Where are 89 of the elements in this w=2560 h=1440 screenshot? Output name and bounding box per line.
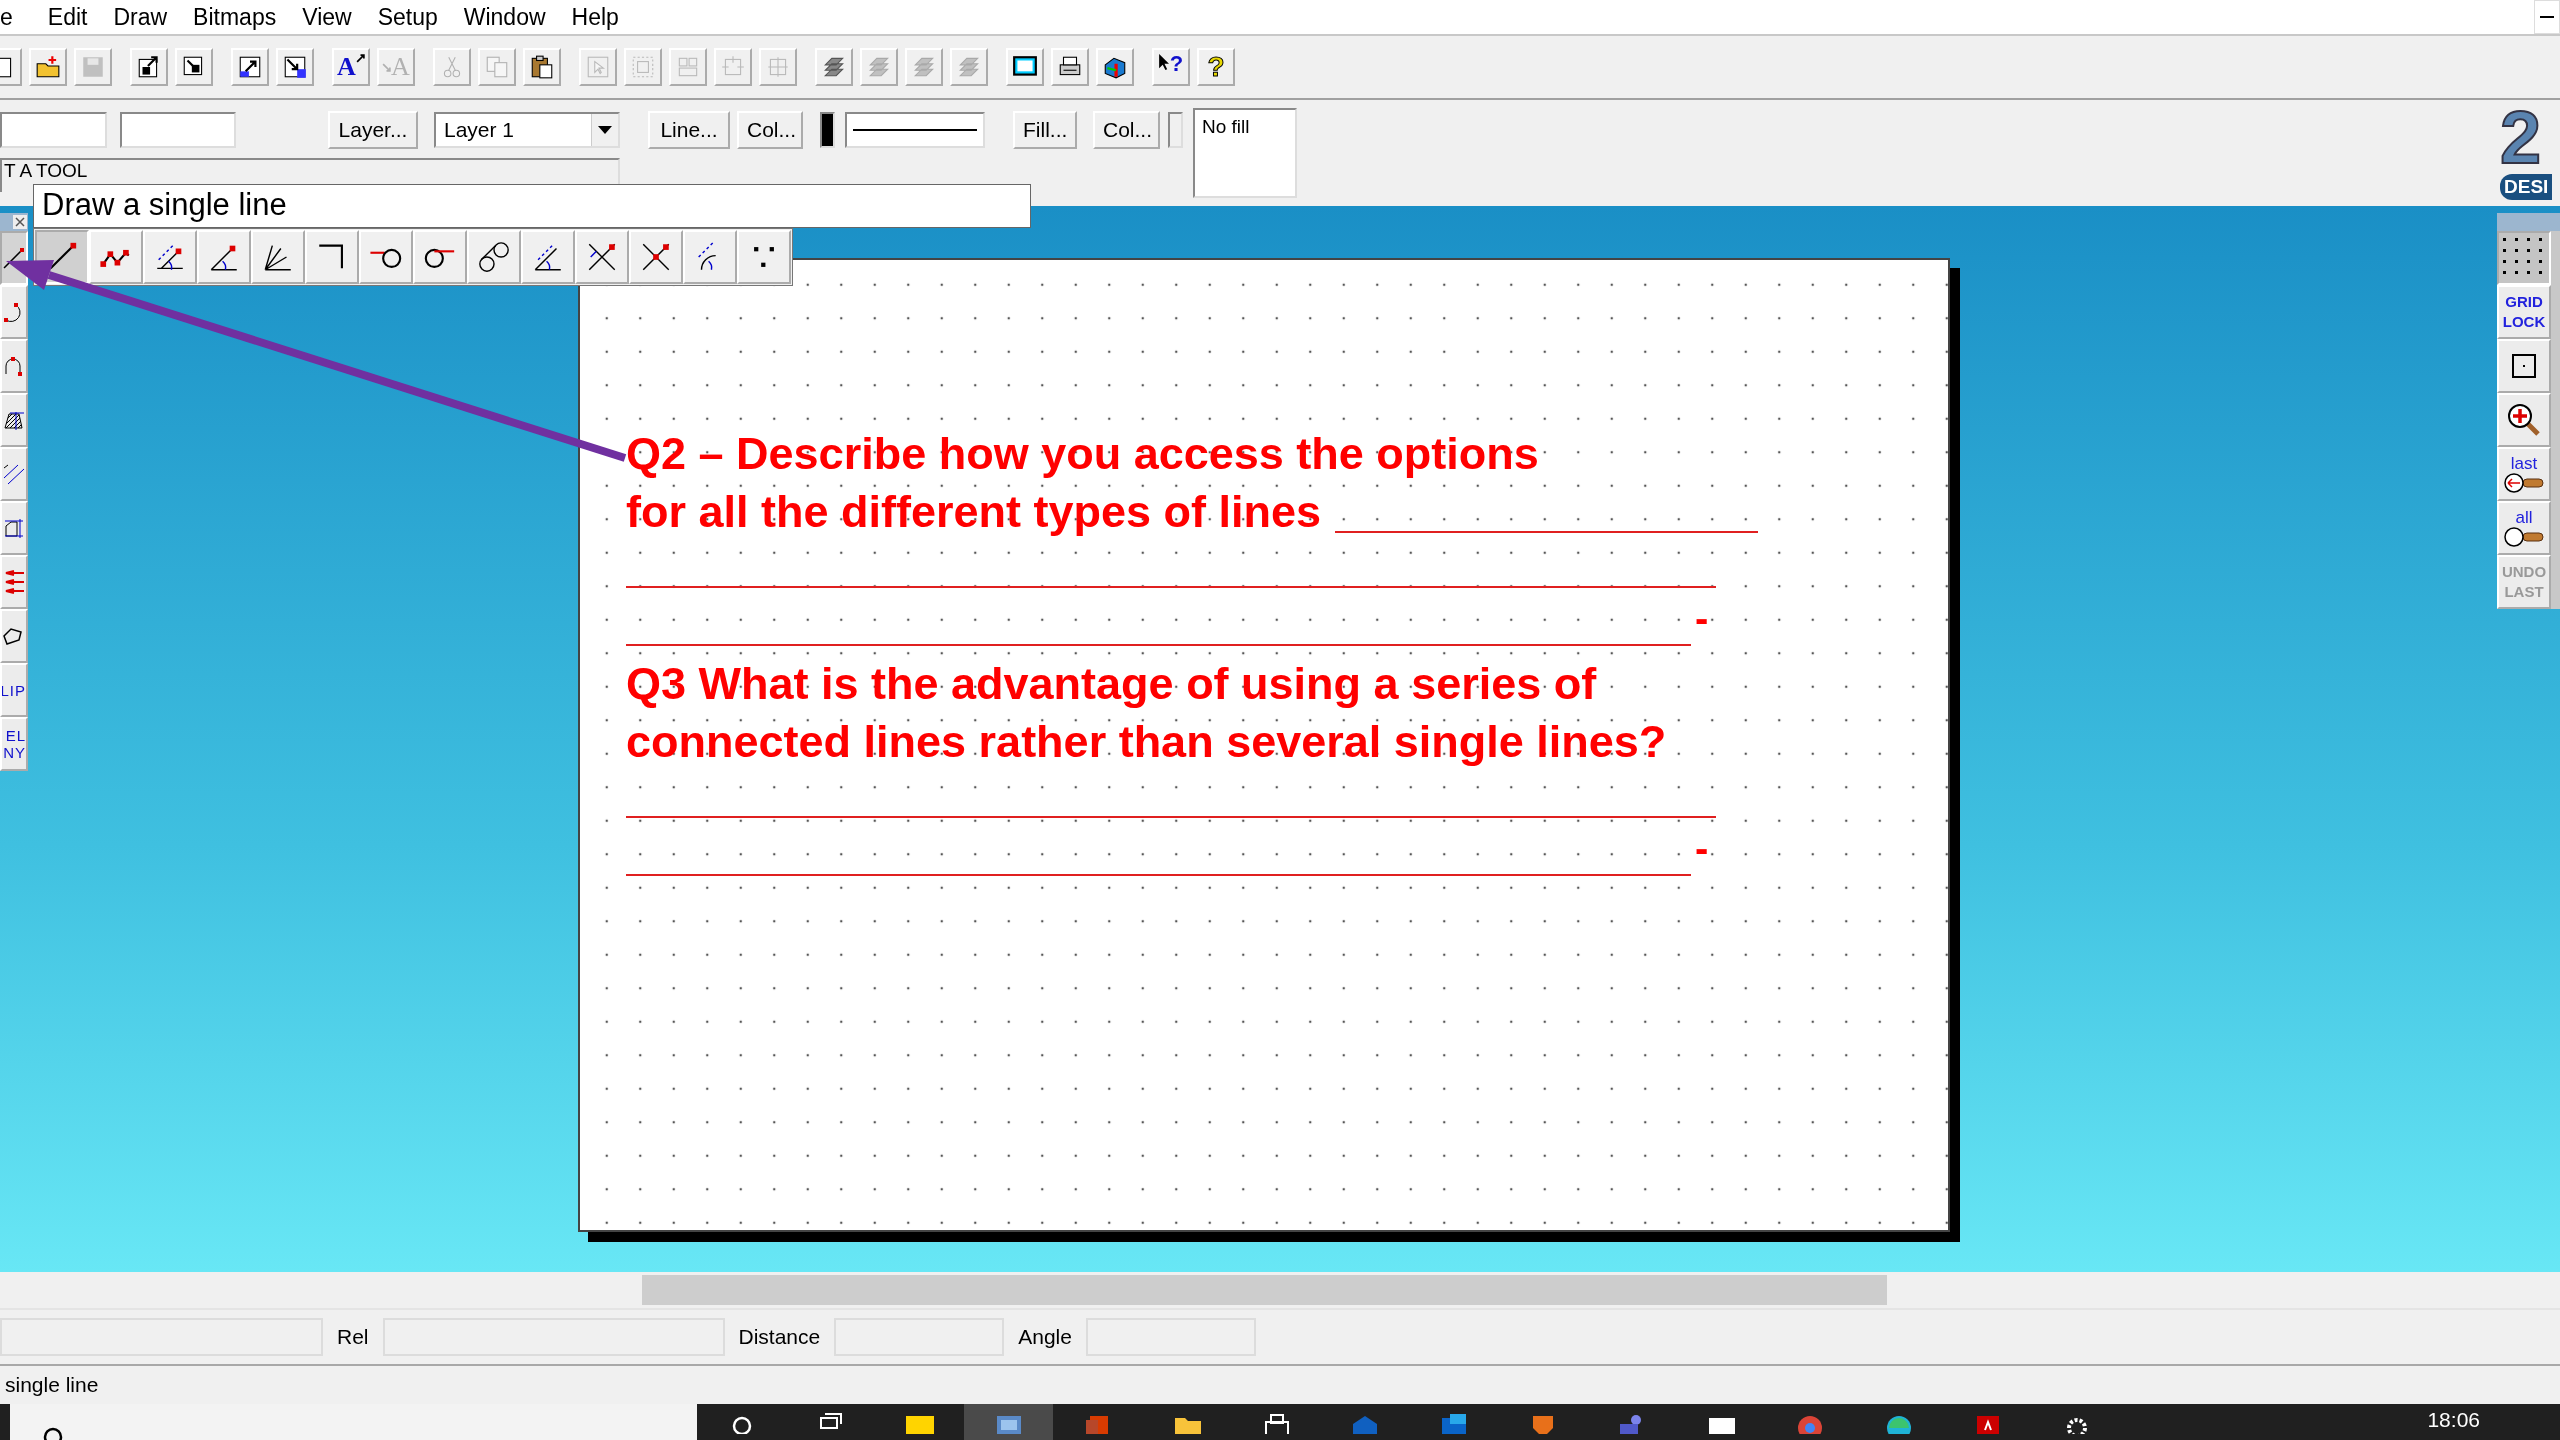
- tool-button[interactable]: EL NY: [0, 717, 28, 771]
- tool-button[interactable]: [413, 230, 467, 284]
- question-text: Q2 – Describe how you access the options: [626, 427, 1539, 481]
- tool-button[interactable]: [0, 393, 28, 447]
- status-text: single line: [5, 1373, 99, 1397]
- tool-button[interactable]: LIP: [0, 663, 28, 717]
- field-label: Distance: [737, 1325, 822, 1349]
- field-label: Rel: [336, 1325, 370, 1349]
- toolbar-button[interactable]: [1051, 48, 1089, 86]
- tool-button[interactable]: [575, 230, 629, 284]
- dash-mark: -: [1695, 828, 1709, 868]
- clock: 18:06: [2427, 1407, 2480, 1432]
- dash-mark: -: [1695, 598, 1709, 638]
- menu-item[interactable]: Draw: [100, 3, 181, 31]
- toolbar-button[interactable]: [523, 48, 561, 86]
- tooltip: Draw a single line: [33, 184, 1031, 228]
- menu-item[interactable]: Help: [558, 3, 632, 31]
- toolbar-button[interactable]: [276, 48, 314, 86]
- line-icon: [2, 245, 26, 271]
- view-button[interactable]: all: [2497, 501, 2551, 555]
- fill-colour-swatch[interactable]: [1168, 112, 1183, 148]
- view-button[interactable]: [2497, 393, 2551, 447]
- layer-button[interactable]: Layer...: [328, 111, 418, 149]
- search-field[interactable]: [10, 1404, 697, 1440]
- tool-button[interactable]: [521, 230, 575, 284]
- view-button[interactable]: last: [2497, 447, 2551, 501]
- minimize-icon: [2540, 15, 2554, 19]
- view-button[interactable]: [2497, 231, 2551, 285]
- minimize-button[interactable]: [2534, 0, 2560, 34]
- arrow-icon: [382, 62, 392, 72]
- two-circles-icon: [477, 240, 511, 274]
- selection-icon: [630, 54, 656, 80]
- menu-item[interactable]: Window: [450, 3, 559, 31]
- toolbar-button[interactable]: [1096, 48, 1134, 86]
- zoom-back-icon: [2503, 473, 2545, 493]
- toolbar-button[interactable]: A: [332, 48, 370, 86]
- menu-item[interactable]: Setup: [364, 3, 451, 31]
- toolbar-button[interactable]: [175, 48, 213, 86]
- toolbar-button[interactable]: [815, 48, 853, 86]
- resize-icon: [237, 54, 263, 80]
- dropdown-arrow-icon: [598, 126, 612, 134]
- menu-item[interactable]: Bitmaps: [180, 3, 290, 31]
- fill-colour-button[interactable]: Col...: [1093, 111, 1160, 149]
- tool-button[interactable]: [359, 230, 413, 284]
- logo-word: DESI: [2500, 174, 2553, 200]
- tool-button[interactable]: [0, 501, 28, 555]
- tool-button[interactable]: [251, 230, 305, 284]
- input-field[interactable]: [0, 112, 107, 148]
- layer-dropdown[interactable]: Layer 1: [434, 112, 620, 148]
- zoom-in-icon: [2506, 402, 2542, 438]
- input-field[interactable]: [120, 112, 236, 148]
- line-colour-button[interactable]: Col...: [737, 111, 803, 149]
- toolbar-button[interactable]: [130, 48, 168, 86]
- menu-item[interactable]: View: [289, 3, 365, 31]
- menu-item[interactable]: e: [0, 3, 35, 31]
- pointer-icon: [585, 54, 611, 80]
- resize-icon: [282, 54, 308, 80]
- palette-header: [2497, 213, 2560, 231]
- question-text: Q3 What is the advantage of using a series of: [626, 657, 1597, 711]
- tool-button[interactable]: [0, 609, 28, 663]
- fill-preview: No fill: [1193, 108, 1297, 198]
- clipboard-icon: [529, 54, 555, 80]
- tool-button[interactable]: [467, 230, 521, 284]
- toolbar-button[interactable]: [29, 48, 67, 86]
- line-colour-swatch[interactable]: [820, 112, 835, 148]
- field-label: Angle: [1017, 1325, 1073, 1349]
- question-text: for all the different types of lines: [626, 485, 1322, 539]
- folder-icon: [35, 54, 61, 80]
- line-style-sample[interactable]: [845, 112, 985, 148]
- view-button[interactable]: GRID LOCK: [2497, 285, 2551, 339]
- arrow-icon: [355, 54, 365, 63]
- menu-item[interactable]: Edit: [34, 3, 101, 31]
- close-icon[interactable]: [13, 215, 27, 229]
- view-button[interactable]: [2497, 339, 2551, 393]
- toolbar-button[interactable]: [1006, 48, 1044, 86]
- question-text: connected lines rather than several single lines?: [626, 715, 1667, 769]
- selection-icon: [765, 54, 791, 80]
- magnifier-icon: [2503, 527, 2545, 547]
- toolbar-button[interactable]: ?: [1152, 48, 1190, 86]
- scrollbar-thumb[interactable]: [642, 1275, 1887, 1305]
- logo-mark: 2: [2500, 102, 2542, 174]
- tool-button[interactable]: [305, 230, 359, 284]
- line-style-button[interactable]: Line...: [648, 111, 730, 149]
- snap-square-icon: [2511, 353, 2537, 379]
- copy-icon: [484, 54, 510, 80]
- pointer-icon: [1158, 54, 1170, 71]
- fill-button[interactable]: Fill...: [1013, 111, 1077, 149]
- toolbar-button[interactable]: [231, 48, 269, 86]
- tool-button[interactable]: [143, 230, 197, 284]
